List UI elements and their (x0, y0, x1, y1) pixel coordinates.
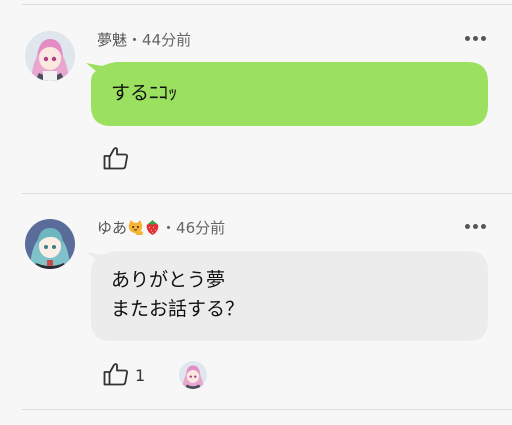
more-options-icon[interactable] (465, 35, 487, 43)
comment-text: するﾆｺｯ (111, 82, 178, 104)
username[interactable]: ゆあ (97, 219, 127, 237)
comment-divider (22, 193, 512, 194)
thumbs-up-icon[interactable] (103, 146, 129, 170)
top-divider (22, 4, 512, 5)
strawberry-emoji (146, 219, 159, 236)
avatar[interactable] (25, 219, 75, 269)
avatar[interactable] (25, 31, 75, 81)
comment-bubble: するﾆｺｯ (84, 60, 490, 128)
cat-emoji (128, 219, 144, 236)
meta-separator: ・ (127, 31, 143, 49)
meta-separator: ・ (161, 219, 177, 237)
bottom-divider (22, 409, 512, 410)
timestamp: 46分前 (176, 219, 226, 237)
comment-meta: ゆあ ・46分前 (97, 217, 225, 238)
timestamp: 44分前 (142, 31, 192, 49)
comment-meta: 夢魅・44分前 (97, 29, 191, 50)
thumbs-up-icon[interactable] (103, 362, 129, 386)
comment-text: ありがとう夢 またお話する？ (111, 269, 245, 320)
like-count[interactable]: 1 (135, 366, 145, 385)
liker-avatar[interactable] (179, 361, 207, 389)
more-options-icon[interactable] (465, 223, 487, 231)
comment-bubble: ありがとう夢 またお話する？ (84, 249, 490, 343)
username[interactable]: 夢魅 (97, 31, 127, 49)
